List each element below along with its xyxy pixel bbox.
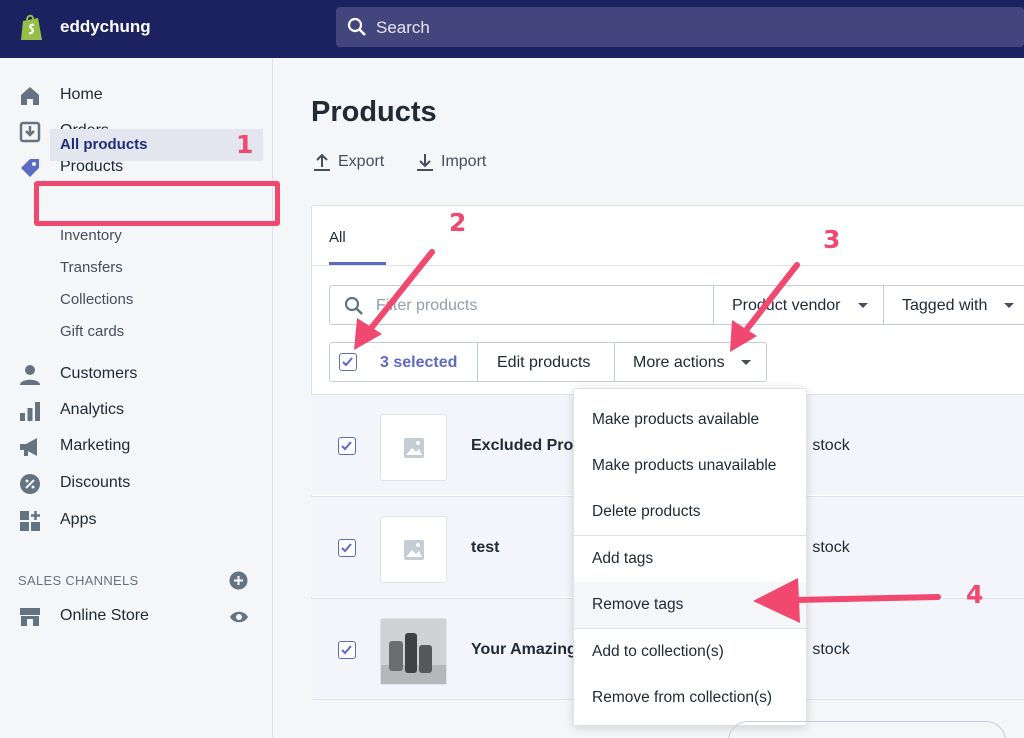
- annotation-arrow-4: [753, 578, 941, 623]
- annotation-arrows: [354, 249, 941, 623]
- annotation-arrow-3: [730, 262, 800, 352]
- annotation-arrow-2: [354, 249, 435, 350]
